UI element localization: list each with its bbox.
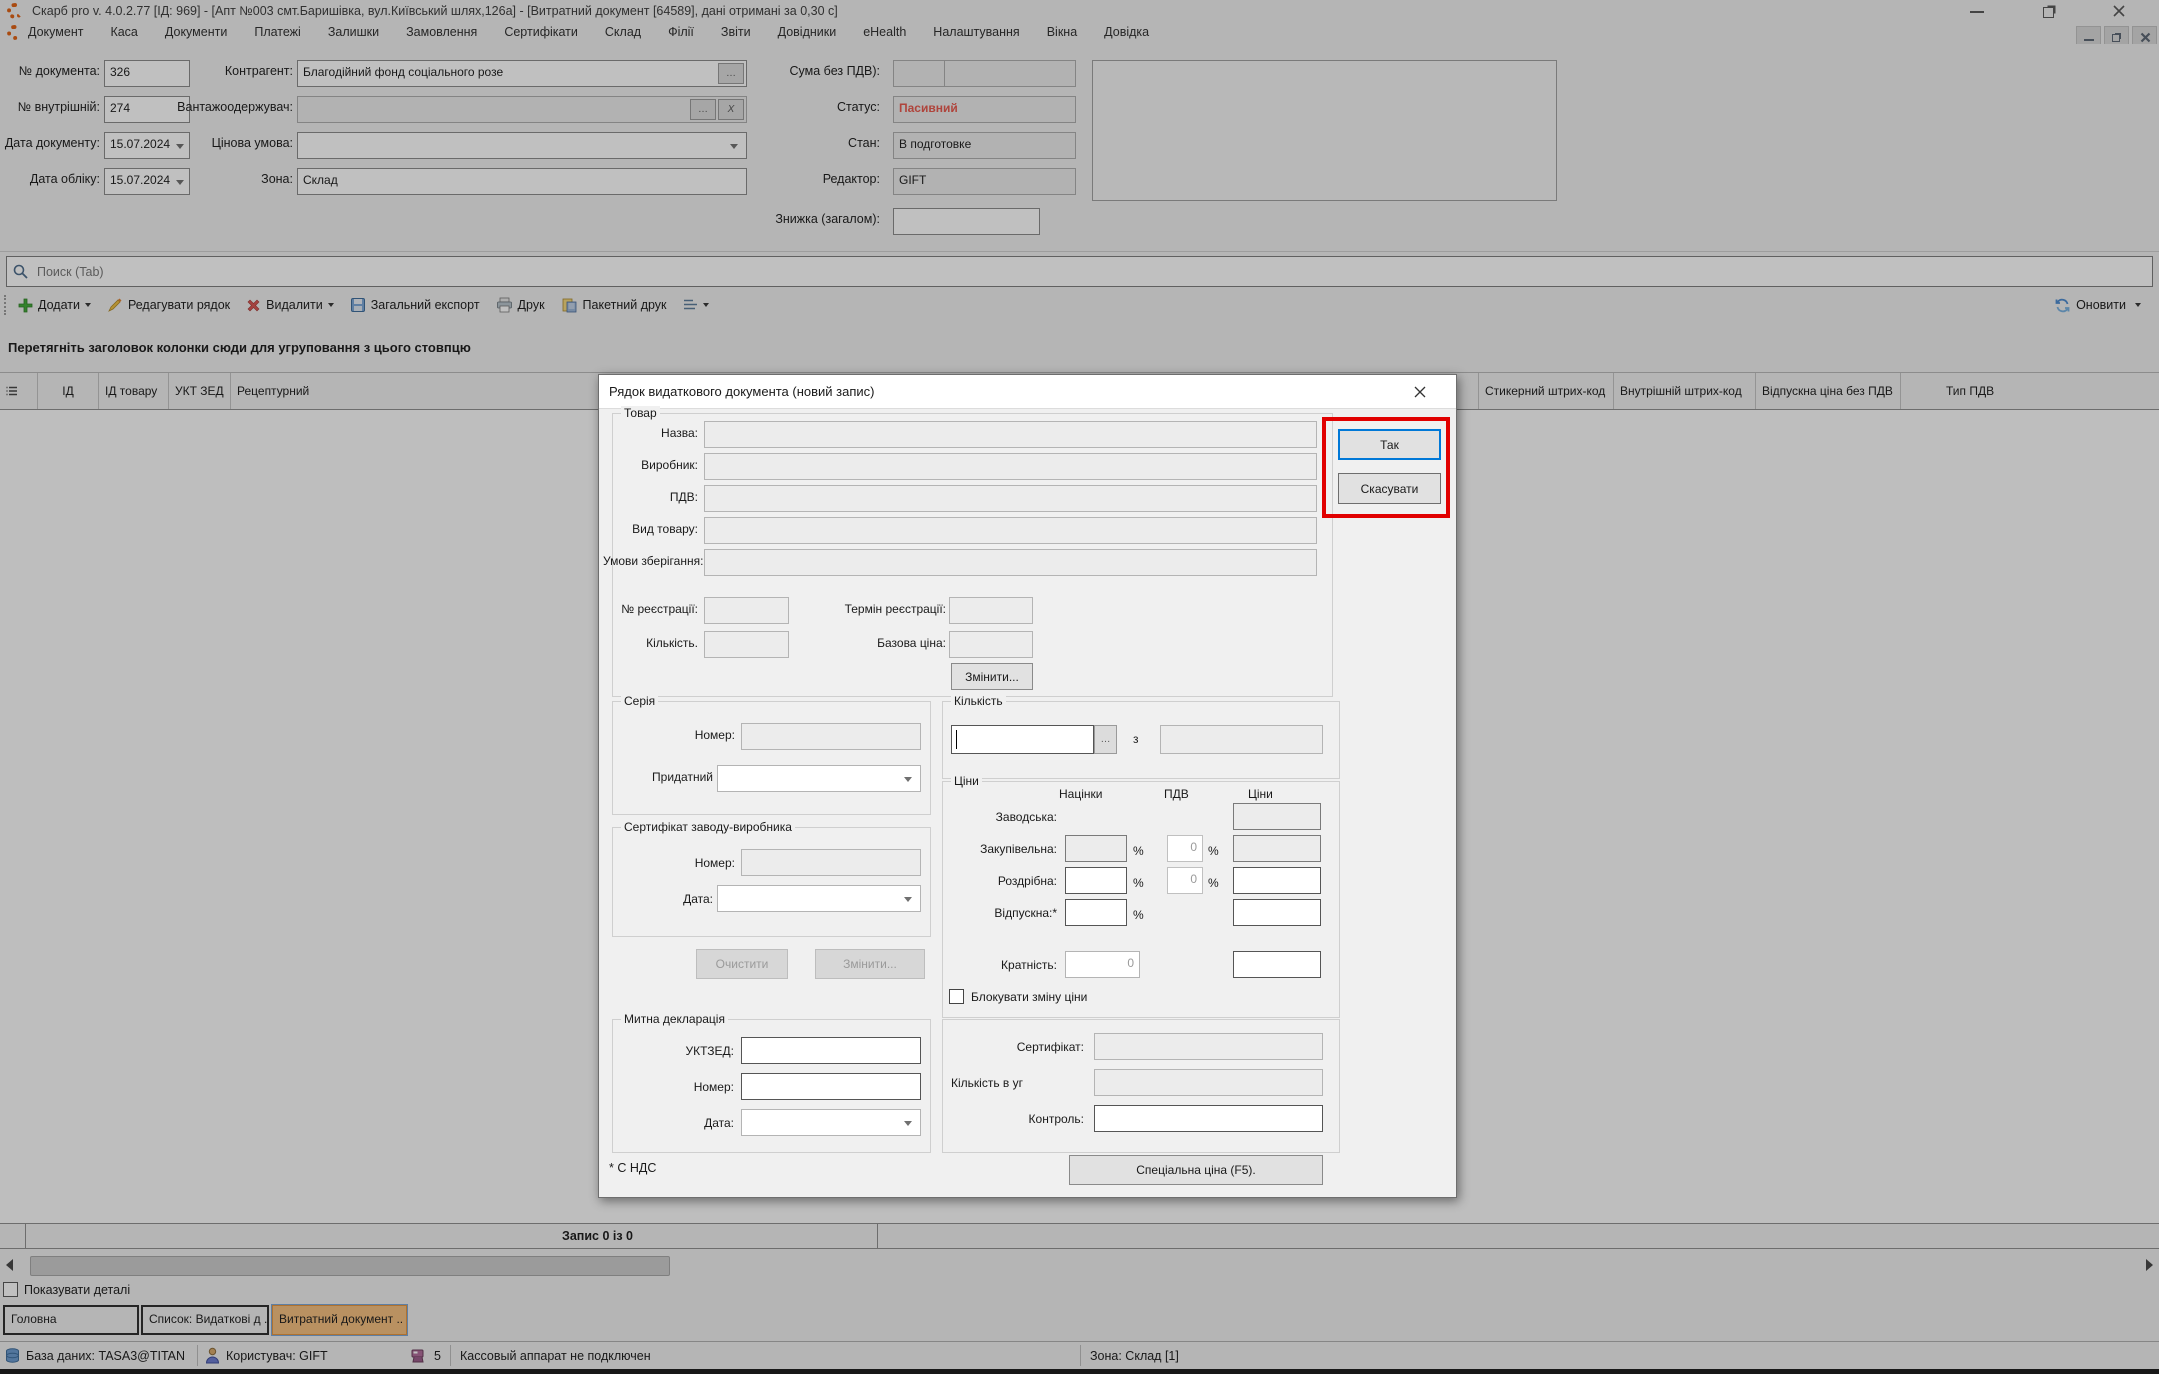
retail-markup-field[interactable] xyxy=(1065,867,1127,894)
retail-vat-field[interactable]: 0 xyxy=(1167,867,1203,894)
uktzed-field[interactable] xyxy=(741,1037,921,1064)
multiplicity-price-field[interactable] xyxy=(1233,951,1321,978)
customs-number-label: Номер: xyxy=(634,1080,734,1094)
factory-price-label: Заводська: xyxy=(907,810,1057,824)
factory-cert-date-label: Дата: xyxy=(613,892,713,906)
change-button-disabled[interactable]: Змінити... xyxy=(815,949,925,979)
chevron-down-icon[interactable] xyxy=(904,897,912,902)
change-button[interactable]: Змінити... xyxy=(951,663,1033,690)
purchase-markup-field xyxy=(1065,835,1127,862)
quantity-input[interactable] xyxy=(951,725,1094,754)
markups-column-label: Націнки xyxy=(1059,787,1102,801)
storage-field xyxy=(704,549,1317,576)
reg-no-label: № реєстрації: xyxy=(603,602,698,616)
quantity-lookup-button[interactable]: … xyxy=(1094,725,1117,754)
qty-in-pack-label: Кількість в уг xyxy=(951,1076,1091,1090)
block-price-checkbox[interactable] xyxy=(949,989,964,1004)
control-label: Контроль: xyxy=(938,1112,1084,1126)
series-number-label: Номер: xyxy=(635,728,735,742)
certificate-field xyxy=(1094,1033,1323,1060)
percent-label: % xyxy=(1133,844,1144,858)
dialog-title: Рядок видаткового документа (новий запис… xyxy=(609,384,875,399)
factory-price-field xyxy=(1233,803,1321,830)
name-field xyxy=(704,421,1317,448)
text-caret xyxy=(956,730,957,749)
cancel-button[interactable]: Скасувати xyxy=(1338,473,1441,504)
valid-until-dropdown[interactable] xyxy=(717,765,921,792)
percent-label: % xyxy=(1208,876,1219,890)
quantity-label: Кількість. xyxy=(603,636,698,650)
product-type-field xyxy=(704,517,1317,544)
product-type-label: Вид товару: xyxy=(603,522,698,536)
name-label: Назва: xyxy=(603,426,698,440)
customs-group-label: Митна декларація xyxy=(621,1012,728,1026)
vat-label: ПДВ: xyxy=(603,490,698,504)
uktzed-label: УКТЗЕД: xyxy=(634,1044,734,1058)
special-price-button[interactable]: Спеціальна ціна (F5). xyxy=(1069,1155,1323,1185)
line-item-dialog: Рядок видаткового документа (новий запис… xyxy=(598,374,1457,1198)
series-group-label: Серія xyxy=(621,694,658,708)
factory-cert-number-label: Номер: xyxy=(635,856,735,870)
factory-cert-date-dropdown[interactable] xyxy=(717,885,921,912)
clear-button[interactable]: Очистити xyxy=(696,949,788,979)
customs-date-label: Дата: xyxy=(634,1116,734,1130)
base-price-label: Базова ціна: xyxy=(806,636,946,650)
quantity-total-field xyxy=(1160,725,1323,754)
block-price-label: Блокувати зміну ціни xyxy=(971,990,1087,1004)
certificate-label: Сертифікат: xyxy=(938,1040,1084,1054)
control-field[interactable] xyxy=(1094,1105,1323,1132)
reg-term-label: Термін реєстрації: xyxy=(806,602,946,616)
valid-until-label: Придатний xyxy=(613,770,713,784)
manufacturer-field xyxy=(704,453,1317,480)
ok-button[interactable]: Так xyxy=(1338,429,1441,460)
series-number-field xyxy=(741,723,921,750)
percent-label: % xyxy=(1133,908,1144,922)
prices-group-label: Ціни xyxy=(951,774,982,788)
multiplicity-field[interactable]: 0 xyxy=(1065,951,1140,978)
reg-no-field xyxy=(704,597,789,624)
vat-column-label: ПДВ xyxy=(1164,787,1189,801)
customs-date-dropdown[interactable] xyxy=(741,1109,921,1136)
series-group: Серія xyxy=(612,701,931,815)
purchase-price-field xyxy=(1233,835,1321,862)
vat-field xyxy=(704,485,1317,512)
customs-number-field[interactable] xyxy=(741,1073,921,1100)
dialog-title-bar: Рядок видаткового документа (новий запис… xyxy=(599,375,1456,409)
factory-cert-group: Сертифікат заводу-виробника xyxy=(612,827,931,937)
manufacturer-label: Виробник: xyxy=(603,458,698,472)
quantity-group-label: Кількість xyxy=(951,694,1006,708)
chevron-down-icon[interactable] xyxy=(904,1121,912,1126)
factory-cert-number-field xyxy=(741,849,921,876)
purchase-vat-field[interactable]: 0 xyxy=(1167,835,1203,862)
chevron-down-icon[interactable] xyxy=(904,777,912,782)
with-vat-note: * С НДС xyxy=(609,1161,656,1175)
quantity-field xyxy=(704,631,789,658)
dialog-close-icon[interactable] xyxy=(1413,385,1427,399)
qty-in-pack-field xyxy=(1094,1069,1323,1096)
selling-price-field[interactable] xyxy=(1233,899,1321,926)
of-label: з xyxy=(1133,732,1139,746)
storage-label: Умови зберігання: xyxy=(603,554,698,568)
percent-label: % xyxy=(1133,876,1144,890)
factory-cert-group-label: Сертифікат заводу-виробника xyxy=(621,820,795,834)
base-price-field xyxy=(949,631,1033,658)
prices-column-label: Ціни xyxy=(1248,787,1273,801)
product-group-label: Товар xyxy=(621,406,660,420)
retail-price-field[interactable] xyxy=(1233,867,1321,894)
app-window: Скарб pro v. 4.0.2.77 [ІД: 969] - [Апт №… xyxy=(0,0,2159,1374)
reg-term-field xyxy=(949,597,1033,624)
selling-markup-field[interactable] xyxy=(1065,899,1127,926)
percent-label: % xyxy=(1208,844,1219,858)
multiplicity-label: Кратність: xyxy=(907,958,1057,972)
